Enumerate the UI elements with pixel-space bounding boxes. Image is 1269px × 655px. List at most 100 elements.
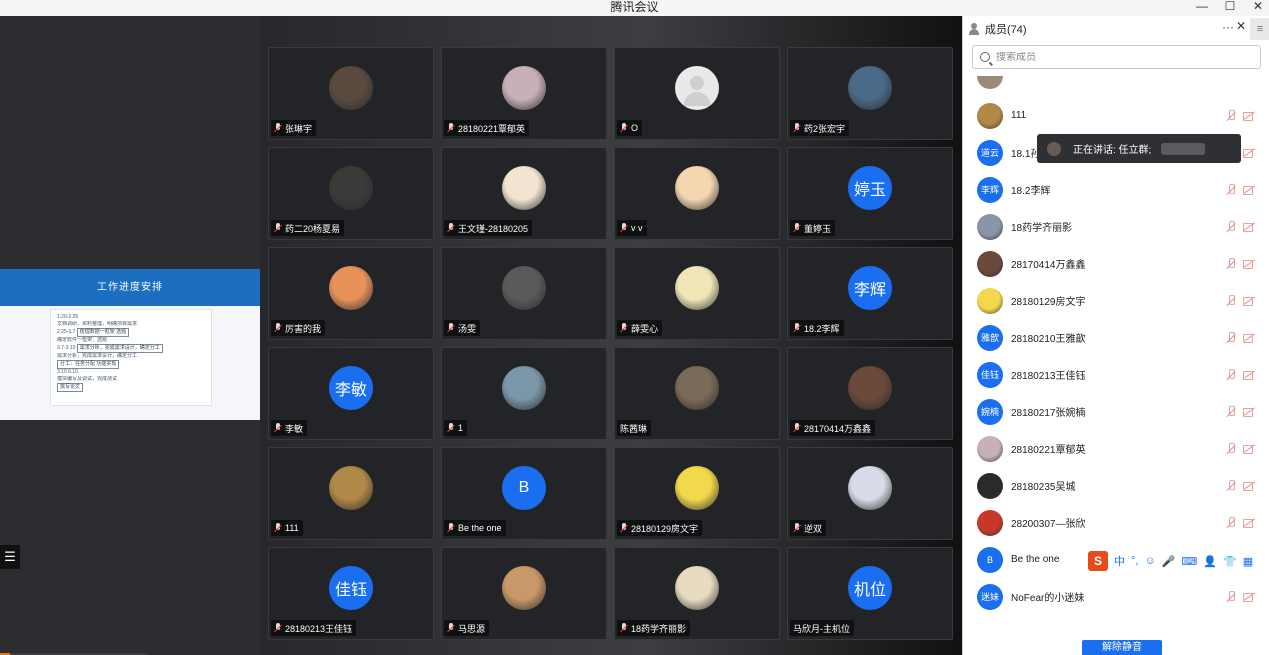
- video-tile[interactable]: v v: [614, 147, 780, 240]
- video-tile[interactable]: 陈茜琳: [614, 347, 780, 440]
- slide-line: 3.10 6.10: [57, 369, 78, 375]
- member-row[interactable]: 18药学齐丽影: [963, 208, 1269, 245]
- member-row[interactable]: 婉楠 28180217张婉楠: [963, 393, 1269, 430]
- video-tile[interactable]: 1: [441, 347, 607, 440]
- member-row[interactable]: 迷妹 NoFear的小迷妹: [963, 578, 1269, 615]
- participant-name: 王文瑾-28180205: [458, 223, 529, 234]
- ime-emoji-icon[interactable]: ☺: [1144, 555, 1155, 567]
- member-row[interactable]: 雅歆 28180210王雅歆: [963, 319, 1269, 356]
- mic-muted-icon[interactable]: [1225, 590, 1237, 603]
- mic-muted-icon[interactable]: [1225, 220, 1237, 233]
- mic-muted-icon[interactable]: [1225, 257, 1237, 270]
- mic-muted-icon: [274, 322, 282, 334]
- avatar: [848, 466, 892, 510]
- video-tile[interactable]: 机位 马欣月-主机位: [787, 547, 953, 640]
- members-icon: [968, 23, 980, 35]
- participant-name: 逆双: [804, 523, 823, 534]
- minimize-button[interactable]: —: [1195, 0, 1209, 14]
- participant-name: 陈茜琳: [620, 423, 648, 434]
- camera-off-icon[interactable]: [1243, 592, 1256, 602]
- mic-muted-icon[interactable]: [1225, 294, 1237, 307]
- ime-grid-icon[interactable]: ▦: [1243, 555, 1253, 568]
- mic-muted-icon[interactable]: [1225, 183, 1237, 196]
- slide-line: 2.25-3.7 梳理数据一框架 选题: [57, 328, 205, 337]
- participant-name: 18.2李辉: [804, 323, 840, 334]
- video-tile[interactable]: 药2张宏宇: [787, 47, 953, 140]
- avatar: [329, 466, 373, 510]
- camera-off-icon[interactable]: [1243, 370, 1256, 380]
- sogou-logo-icon[interactable]: S: [1088, 551, 1108, 571]
- ime-keyboard-icon[interactable]: ⌨: [1181, 555, 1197, 568]
- more-options-button[interactable]: ···: [1222, 20, 1234, 34]
- member-search-input[interactable]: [996, 51, 1236, 63]
- camera-off-icon[interactable]: [1243, 148, 1256, 158]
- member-row[interactable]: 28180129房文宇: [963, 282, 1269, 319]
- camera-off-icon[interactable]: [1243, 481, 1256, 491]
- member-name: 28200307—张欣: [1011, 519, 1086, 530]
- camera-off-icon[interactable]: [1243, 407, 1256, 417]
- video-tile[interactable]: 28180129房文宇: [614, 447, 780, 540]
- mic-muted-icon[interactable]: [1225, 442, 1237, 455]
- video-tile[interactable]: B Be the one: [441, 447, 607, 540]
- ime-skin-icon[interactable]: 👕: [1223, 555, 1237, 568]
- mic-muted-icon[interactable]: [1225, 405, 1237, 418]
- member-row[interactable]: 28180235吴城: [963, 467, 1269, 504]
- avatar: [675, 566, 719, 610]
- camera-off-icon[interactable]: [1243, 333, 1256, 343]
- member-row[interactable]: 28170414万鑫鑫: [963, 245, 1269, 282]
- member-row[interactable]: 28180221覃郁英: [963, 430, 1269, 467]
- video-tile[interactable]: 逆双: [787, 447, 953, 540]
- member-row[interactable]: 111: [963, 97, 1269, 134]
- video-tile[interactable]: 28180221覃郁英: [441, 47, 607, 140]
- list-toggle-button[interactable]: ☰: [0, 545, 20, 569]
- camera-off-icon[interactable]: [1243, 296, 1256, 306]
- video-tile[interactable]: 王文瑾-28180205: [441, 147, 607, 240]
- close-panel-button[interactable]: ✕: [1236, 19, 1246, 33]
- camera-off-icon[interactable]: [1243, 111, 1256, 121]
- member-search[interactable]: [972, 45, 1261, 69]
- video-tile[interactable]: 李辉 18.2李辉: [787, 247, 953, 340]
- video-tile[interactable]: 婷玉 董婷玉: [787, 147, 953, 240]
- camera-off-icon[interactable]: [1243, 518, 1256, 528]
- mic-muted-icon[interactable]: [1225, 516, 1237, 529]
- mic-muted-icon[interactable]: [1225, 479, 1237, 492]
- video-tile[interactable]: 111: [268, 447, 434, 540]
- camera-off-icon[interactable]: [1243, 259, 1256, 269]
- ime-chinese-toggle[interactable]: 中: [1114, 553, 1125, 569]
- video-tile[interactable]: 厉害的我: [268, 247, 434, 340]
- slide-box: 需求分析，完成需求设计，确定分工: [76, 344, 163, 353]
- camera-off-icon[interactable]: [1243, 185, 1256, 195]
- maximize-button[interactable]: ☐: [1223, 0, 1237, 14]
- mic-muted-icon[interactable]: [1225, 368, 1237, 381]
- video-tile[interactable]: 佳钰 28180213王佳钰: [268, 547, 434, 640]
- mic-muted-icon: [274, 422, 282, 434]
- video-tile[interactable]: 汤雯: [441, 247, 607, 340]
- unmute-button[interactable]: 解除静音: [1082, 640, 1162, 655]
- member-row[interactable]: 佳钰 28180213王佳钰: [963, 356, 1269, 393]
- ime-voice-icon[interactable]: 🎤: [1162, 555, 1176, 568]
- close-window-button[interactable]: ✕: [1251, 0, 1265, 14]
- ime-punctuation-icon[interactable]: °,: [1131, 555, 1138, 567]
- camera-off-icon[interactable]: [1243, 222, 1256, 232]
- ime-user-icon[interactable]: 👤: [1203, 555, 1217, 568]
- video-tile[interactable]: 李敏 李敏: [268, 347, 434, 440]
- video-tile[interactable]: 药二20杨夏易: [268, 147, 434, 240]
- video-tile[interactable]: 马思源: [441, 547, 607, 640]
- mic-muted-icon: [447, 122, 455, 134]
- member-avatar-text: 李辉: [977, 176, 1003, 203]
- slide-line: 1.20-2.25: [57, 314, 79, 320]
- video-grid: 张琳宇 28180221覃郁英 O 药2张宏宇药二20杨夏易 王文瑾-28180205 v…: [268, 47, 953, 640]
- video-tile[interactable]: 18药学齐丽影: [614, 547, 780, 640]
- video-tile[interactable]: 28170414万鑫鑫: [787, 347, 953, 440]
- member-row[interactable]: 李辉 18.2李辉: [963, 171, 1269, 208]
- member-row[interactable]: 28200307—张欣: [963, 504, 1269, 541]
- mic-muted-icon[interactable]: [1225, 109, 1237, 122]
- video-tile[interactable]: O: [614, 47, 780, 140]
- video-tile[interactable]: 薛雯心: [614, 247, 780, 340]
- mic-muted-icon[interactable]: [1225, 331, 1237, 344]
- camera-off-icon[interactable]: [1243, 444, 1256, 454]
- slide-box: 撰写论文: [57, 383, 84, 392]
- side-menu-button[interactable]: ≡: [1250, 18, 1269, 40]
- member-row-partial[interactable]: [963, 76, 1269, 94]
- video-tile[interactable]: 张琳宇: [268, 47, 434, 140]
